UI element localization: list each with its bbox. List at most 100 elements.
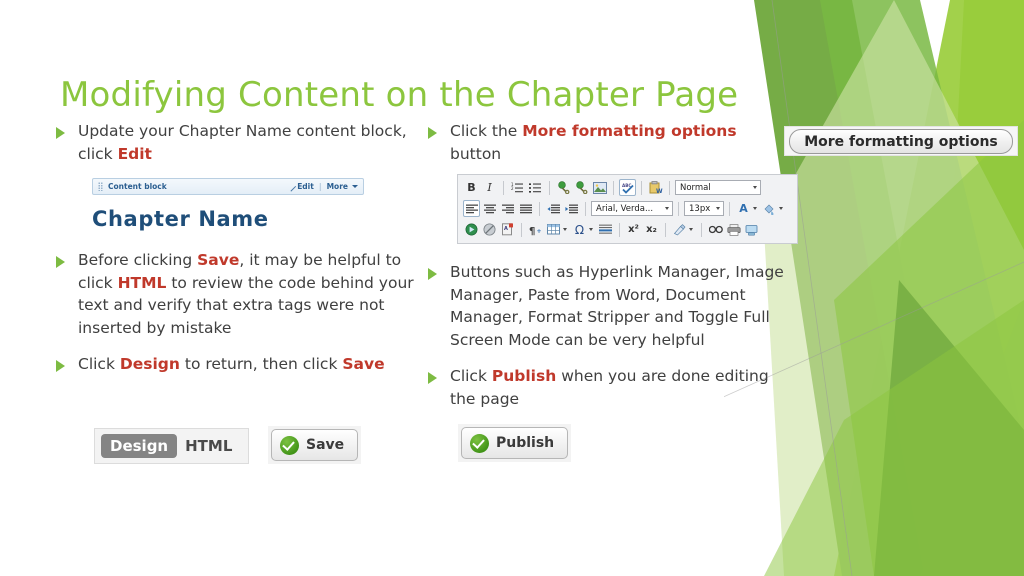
chevron-down-icon[interactable] — [689, 228, 693, 231]
image-manager-icon[interactable] — [591, 179, 608, 196]
bullet-text: Click Design to return, then click Save — [78, 355, 385, 373]
subscript-button[interactable]: x₂ — [643, 221, 660, 238]
print-icon[interactable] — [725, 221, 742, 238]
horizontal-rule-icon[interactable] — [597, 221, 614, 238]
chevron-down-icon[interactable] — [753, 207, 757, 210]
unordered-list-icon[interactable] — [527, 179, 544, 196]
bullet-text: Click Publish when you are done editing … — [450, 367, 769, 408]
more-menu-button[interactable]: More — [327, 182, 358, 191]
font-size-select[interactable]: 13px — [684, 201, 724, 216]
toggle-full-screen-icon[interactable] — [743, 221, 760, 238]
format-stripper-icon[interactable] — [671, 221, 688, 238]
divider — [641, 180, 642, 195]
bullet-marker-icon — [428, 365, 450, 384]
page-title: Modifying Content on the Chapter Page — [60, 74, 739, 115]
paragraph-mark-icon[interactable]: ¶ + — [527, 221, 544, 238]
green-check-icon — [470, 433, 489, 453]
svg-text:A: A — [504, 226, 508, 232]
publish-button-screenshot: Publish — [458, 424, 572, 462]
document-manager-icon[interactable]: A — [499, 221, 516, 238]
bullet-item-click-publish: Click Publish when you are done editing … — [428, 365, 786, 410]
remove-link-icon[interactable] — [573, 179, 590, 196]
editor-toolbar-screenshot: B I 12 ABC W Normal Arial, Verda... 13px… — [457, 174, 798, 244]
edit-button[interactable]: Edit — [285, 180, 314, 192]
align-center-icon[interactable] — [481, 200, 498, 217]
save-button[interactable]: Save — [271, 429, 359, 461]
svg-text:+: + — [537, 228, 542, 235]
flash-manager-icon[interactable] — [463, 221, 480, 238]
insert-table-icon[interactable] — [545, 221, 562, 238]
superscript-button[interactable]: x² — [625, 221, 642, 238]
fore-color-letter: A — [739, 202, 748, 215]
bold-button[interactable]: B — [463, 179, 480, 196]
italic-label: I — [487, 181, 492, 194]
divider — [503, 180, 504, 195]
divider — [729, 201, 730, 216]
emphasis-save: Save — [197, 251, 240, 269]
paste-from-word-icon[interactable]: W — [647, 179, 664, 196]
right-content-column: Click the More formatting options button… — [428, 120, 786, 420]
toolbar-row-2: Arial, Verda... 13px A — [458, 198, 797, 219]
find-and-replace-icon[interactable] — [707, 221, 724, 238]
svg-text:2: 2 — [511, 186, 514, 191]
bullet-marker-icon — [56, 120, 78, 139]
font-name-value: Arial, Verda... — [596, 203, 654, 214]
bullet-item-before-clicking-save: Before clicking Save, it may be helpful … — [56, 249, 414, 339]
media-manager-icon[interactable] — [481, 221, 498, 238]
content-block-toolbar: Content block Edit | More — [92, 178, 364, 195]
chevron-down-icon[interactable] — [589, 228, 593, 231]
font-size-value: 13px — [689, 203, 711, 214]
publish-label: Publish — [496, 435, 555, 451]
chevron-down-icon[interactable] — [779, 207, 783, 210]
paragraph-style-value: Normal — [680, 182, 711, 193]
slide: Modifying Content on the Chapter Page Up… — [0, 0, 1024, 576]
divider — [701, 222, 702, 237]
bullet-text: Click the More formatting options button — [450, 122, 737, 163]
emphasis-design: Design — [119, 355, 180, 373]
bullet-marker-icon — [428, 261, 450, 280]
drag-handle-icon[interactable] — [98, 182, 103, 191]
toolbar-row-3: A ¶ + Ω x² x₂ — [458, 219, 797, 240]
pencil-icon — [285, 180, 297, 192]
more-formatting-options-button[interactable]: More formatting options — [789, 129, 1013, 154]
bullet-item-click-design: Click Design to return, then click Save — [56, 353, 414, 376]
publish-button[interactable]: Publish — [461, 427, 569, 459]
content-block-widget-screenshot: Content block Edit | More Chapter Name — [92, 178, 364, 231]
divider — [619, 222, 620, 237]
more-label: More — [326, 182, 348, 191]
indent-icon[interactable] — [563, 200, 580, 217]
outdent-icon[interactable] — [545, 200, 562, 217]
green-check-icon — [280, 435, 299, 455]
spellcheck-icon[interactable]: ABC — [619, 179, 636, 196]
symbol-omega-icon[interactable]: Ω — [571, 221, 588, 238]
emphasis-publish: Publish — [491, 367, 557, 385]
ordered-list-icon[interactable]: 12 — [509, 179, 526, 196]
divider — [585, 201, 586, 216]
bullet-item-click-more-formatting: Click the More formatting options button — [428, 120, 786, 165]
design-tab[interactable]: Design — [101, 434, 178, 458]
font-name-select[interactable]: Arial, Verda... — [591, 201, 673, 216]
divider — [678, 201, 679, 216]
divider: | — [318, 182, 322, 191]
hyperlink-manager-icon[interactable] — [555, 179, 572, 196]
divider — [549, 180, 550, 195]
more-formatting-options-callout: More formatting options — [785, 127, 1017, 155]
chevron-down-icon — [352, 185, 358, 188]
html-tab[interactable]: HTML — [185, 437, 232, 455]
paragraph-style-select[interactable]: Normal — [675, 180, 761, 195]
left-content-column: Update your Chapter Name content block, … — [56, 120, 414, 386]
emphasis-html: HTML — [117, 273, 167, 292]
align-right-icon[interactable] — [499, 200, 516, 217]
design-html-mode-switch-screenshot: Design HTML — [94, 428, 249, 464]
align-left-icon[interactable] — [463, 200, 480, 217]
divider — [521, 222, 522, 237]
background-color-icon[interactable] — [761, 200, 778, 217]
align-justify-icon[interactable] — [517, 200, 534, 217]
bold-label: B — [467, 181, 476, 194]
fore-color-icon[interactable]: A — [735, 200, 752, 217]
bullet-item-buttons-such-as: Buttons such as Hyperlink Manager, Image… — [428, 261, 786, 351]
italic-button[interactable]: I — [481, 179, 498, 196]
chevron-down-icon[interactable] — [563, 228, 567, 231]
bullet-marker-icon — [56, 353, 78, 372]
bullet-text: Before clicking Save, it may be helpful … — [78, 251, 414, 337]
